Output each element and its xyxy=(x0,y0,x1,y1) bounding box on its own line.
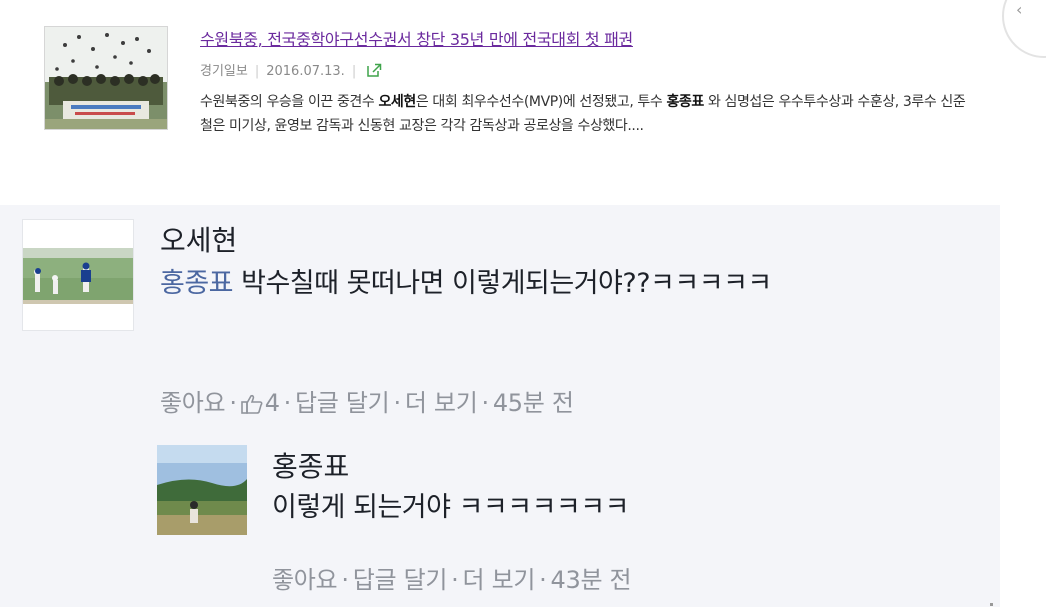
news-meta: 경기일보 | 2016.07.13. | xyxy=(200,60,382,81)
chevron-icon: ‹ xyxy=(1016,0,1023,19)
comment-author[interactable]: 홍종표 xyxy=(272,445,349,485)
like-count: 4 xyxy=(264,389,280,417)
comment-author[interactable]: 오세현 xyxy=(160,219,237,259)
reply-button[interactable]: 답글 달기 xyxy=(295,389,390,417)
comment-section: 오세현 홍종표 박수칠때 못떠나면 이렇게되는거야??ㅋㅋㅋㅋㅋ 좋아요 · 4 ·… xyxy=(0,205,1000,607)
decorative-dot xyxy=(990,603,993,606)
comment-text: 이렇게 되는거야 ㅋㅋㅋㅋㅋㅋㅋ xyxy=(272,492,629,523)
comment-actions: 좋아요 · 4 · 답글 달기 · 더 보기 · 45분 전 xyxy=(160,383,574,420)
reply-button[interactable]: 답글 달기 xyxy=(353,566,448,594)
comment-actions: 좋아요 · 답글 달기 · 더 보기 · 43분 전 xyxy=(272,566,632,594)
comment-body: 박수칠때 못떠나면 이렇게되는거야??ㅋㅋㅋㅋㅋ xyxy=(241,268,772,299)
news-summary: 수원북중의 우승을 이끈 중견수 오세현은 대회 최우수선수(MVP)에 선정됐… xyxy=(200,94,966,134)
news-card: 수원북중, 전국중학야구선수권서 창단 35년 만에 전국대회 첫 패권 경기일… xyxy=(0,0,1046,198)
share-icon[interactable] xyxy=(367,63,382,81)
mention-link[interactable]: 홍종표 xyxy=(160,268,234,299)
news-source[interactable]: 경기일보 xyxy=(200,64,248,79)
comment-timestamp[interactable]: 45분 전 xyxy=(493,389,574,417)
more-button[interactable]: 더 보기 xyxy=(405,389,478,417)
avatar[interactable] xyxy=(22,219,134,331)
avatar[interactable] xyxy=(157,445,247,535)
news-date: 2016.07.13. xyxy=(266,64,345,79)
like-button[interactable]: 좋아요 xyxy=(160,389,226,417)
more-button[interactable]: 더 보기 xyxy=(462,566,535,594)
thumbs-up-icon xyxy=(240,392,263,420)
next-arrow-button[interactable]: ‹ xyxy=(1002,0,1046,58)
comment-text: 홍종표 박수칠때 못떠나면 이렇게되는거야??ㅋㅋㅋㅋㅋ xyxy=(160,263,990,305)
news-title-link[interactable]: 수원북중, 전국중학야구선수권서 창단 35년 만에 전국대회 첫 패권 xyxy=(200,26,633,50)
news-thumbnail[interactable] xyxy=(44,26,168,130)
comment-timestamp[interactable]: 43분 전 xyxy=(551,566,632,594)
like-button[interactable]: 좋아요 xyxy=(272,566,338,594)
